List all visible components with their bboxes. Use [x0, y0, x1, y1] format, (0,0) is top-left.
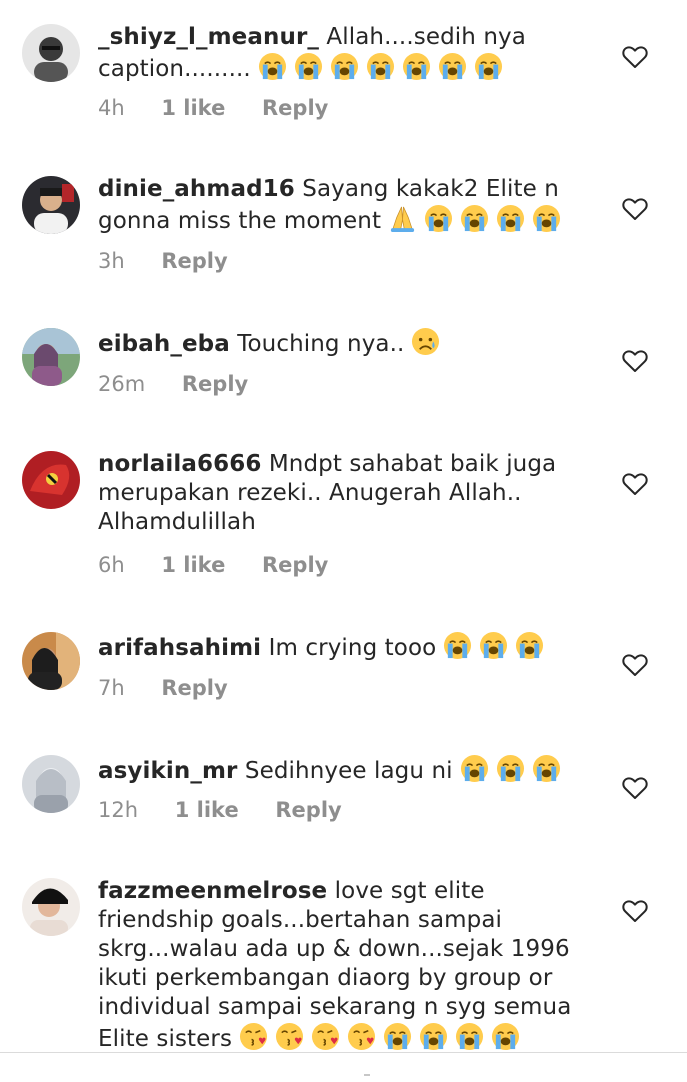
- comment-text: dinie_ahmad16 Sayang kakak2 Elite n gonn…: [98, 175, 573, 236]
- avatar[interactable]: [22, 24, 80, 82]
- username-link[interactable]: norlaila6666: [98, 451, 261, 477]
- like-count[interactable]: 1 like: [175, 798, 239, 822]
- reply-button[interactable]: Reply: [275, 798, 341, 822]
- reply-button[interactable]: Reply: [262, 96, 328, 120]
- comment-text: asyikin_mr Sedihnyee lagu ni: [98, 754, 573, 786]
- username-link[interactable]: eibah_eba: [98, 331, 230, 357]
- reply-button[interactable]: Reply: [182, 372, 248, 396]
- face-blowing-kiss-emoji: [239, 1022, 268, 1051]
- username-link[interactable]: fazzmeenmelrose: [98, 878, 327, 904]
- face-blowing-kiss-emoji: [275, 1022, 304, 1051]
- username-link[interactable]: dinie_ahmad16: [98, 176, 295, 202]
- timestamp: 7h: [98, 676, 125, 700]
- heart-outline-icon[interactable]: [622, 197, 648, 221]
- loudly-crying-emoji: [460, 204, 489, 233]
- loudly-crying-emoji: [258, 52, 287, 81]
- comment-meta: 26m Reply: [98, 372, 278, 396]
- loudly-crying-emoji: [532, 204, 561, 233]
- comment-meta: 6h 1 like Reply: [98, 553, 358, 577]
- avatar[interactable]: [22, 328, 80, 386]
- heart-outline-icon[interactable]: [622, 472, 648, 496]
- loudly-crying-emoji: [474, 52, 503, 81]
- emoji-row: [436, 631, 544, 661]
- username-link[interactable]: _shiyz_l_meanur_: [98, 24, 319, 50]
- like-count[interactable]: 1 like: [161, 96, 225, 120]
- timestamp: 26m: [98, 372, 146, 396]
- loudly-crying-emoji: [455, 1022, 484, 1051]
- scroll-indicator: [364, 1074, 370, 1082]
- folded-hands-emoji: [388, 204, 417, 233]
- heart-outline-icon[interactable]: [622, 349, 648, 373]
- loudly-crying-emoji: [479, 631, 508, 660]
- comment-text: eibah_eba Touching nya..: [98, 327, 573, 359]
- loudly-crying-emoji: [496, 204, 525, 233]
- comment-text: norlaila6666 Mndpt sahabat baik juga mer…: [98, 450, 573, 537]
- emoji-row: [251, 52, 503, 82]
- avatar[interactable]: [22, 878, 80, 936]
- loudly-crying-emoji: [443, 631, 472, 660]
- username-link[interactable]: arifahsahimi: [98, 635, 261, 661]
- comment-message: Sedihnyee lagu ni: [244, 758, 453, 784]
- comment-meta: 4h 1 like Reply: [98, 96, 358, 120]
- loudly-crying-emoji: [419, 1022, 448, 1051]
- timestamp: 12h: [98, 798, 139, 822]
- emoji-row: [453, 754, 561, 784]
- avatar[interactable]: [22, 451, 80, 509]
- reply-button[interactable]: Reply: [161, 676, 227, 700]
- loudly-crying-emoji: [424, 204, 453, 233]
- avatar[interactable]: [22, 755, 80, 813]
- timestamp: 3h: [98, 249, 125, 273]
- loudly-crying-emoji: [491, 1022, 520, 1051]
- divider: [0, 1052, 687, 1053]
- heart-outline-icon[interactable]: [622, 776, 648, 800]
- comment-meta: 12h 1 like Reply: [98, 798, 372, 822]
- loudly-crying-emoji: [438, 52, 467, 81]
- comment-message: Im crying tooo: [268, 635, 437, 661]
- loudly-crying-emoji: [330, 52, 359, 81]
- emoji-row: [404, 327, 440, 357]
- reply-button[interactable]: Reply: [262, 553, 328, 577]
- reply-button[interactable]: Reply: [161, 249, 227, 273]
- timestamp: 4h: [98, 96, 125, 120]
- loudly-crying-emoji: [294, 52, 323, 81]
- face-blowing-kiss-emoji: [311, 1022, 340, 1051]
- loudly-crying-emoji: [532, 754, 561, 783]
- heart-outline-icon[interactable]: [622, 653, 648, 677]
- heart-outline-icon[interactable]: [622, 899, 648, 923]
- heart-outline-icon[interactable]: [622, 45, 648, 69]
- loudly-crying-emoji: [366, 52, 395, 81]
- comment-meta: 7h Reply: [98, 676, 258, 700]
- face-blowing-kiss-emoji: [347, 1022, 376, 1051]
- comment-meta: 3h Reply: [98, 249, 258, 273]
- loudly-crying-emoji: [515, 631, 544, 660]
- loudly-crying-emoji: [383, 1022, 412, 1051]
- comment-text: fazzmeenmelrose love sgt elite friendshi…: [98, 877, 573, 1054]
- emoji-row: [232, 1022, 520, 1052]
- loudly-crying-emoji: [402, 52, 431, 81]
- avatar[interactable]: [22, 176, 80, 234]
- emoji-row: [381, 204, 561, 234]
- like-count[interactable]: 1 like: [161, 553, 225, 577]
- avatar[interactable]: [22, 632, 80, 690]
- username-link[interactable]: asyikin_mr: [98, 758, 237, 784]
- comment-text: _shiyz_l_meanur_ Allah....sedih nya capt…: [98, 23, 573, 84]
- loudly-crying-emoji: [496, 754, 525, 783]
- timestamp: 6h: [98, 553, 125, 577]
- comment-message: Touching nya..: [237, 331, 405, 357]
- sad-but-relieved-emoji: [411, 327, 440, 356]
- comment-text: arifahsahimi Im crying tooo: [98, 631, 573, 663]
- loudly-crying-emoji: [460, 754, 489, 783]
